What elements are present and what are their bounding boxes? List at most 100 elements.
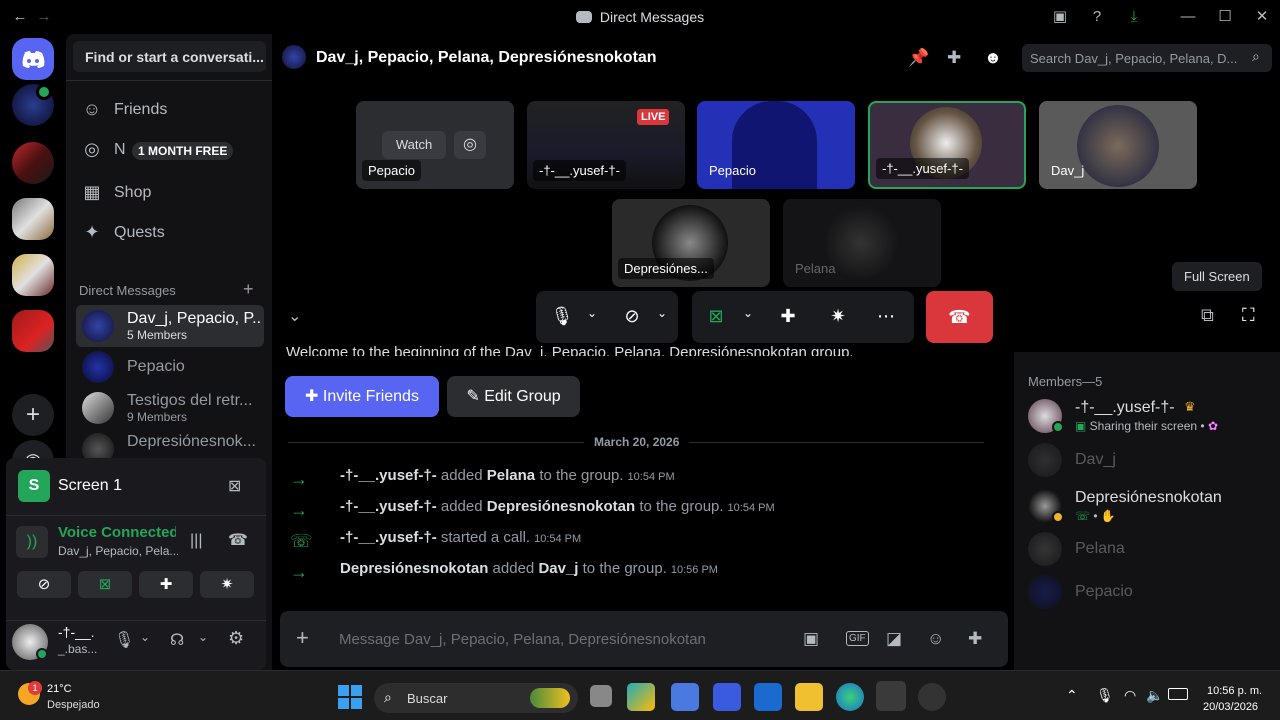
emoji-icon[interactable]: ☺: [927, 629, 944, 649]
participant-tile[interactable]: -†-__.yusef-†-: [868, 101, 1026, 189]
add-server-icon[interactable]: +: [12, 394, 54, 436]
stop-stream-icon[interactable]: ⊠: [228, 476, 241, 496]
widgets-icon[interactable]: [627, 683, 655, 711]
app-icon[interactable]: [713, 683, 741, 711]
battery-icon[interactable]: [1168, 688, 1188, 700]
help-icon[interactable]: ?: [1087, 7, 1107, 27]
participant-tile[interactable]: Dav_j: [1039, 101, 1197, 189]
voice-channel[interactable]: Dav_j, Pepacio, Pela...: [58, 544, 178, 558]
soundboard-button[interactable]: ✷: [200, 571, 254, 598]
dm-item[interactable]: Dav_j, Pepacio, P... 5 Members: [76, 305, 264, 347]
members-list-icon[interactable]: ☻: [984, 48, 1002, 68]
chevron-down-icon[interactable]: ⌄: [198, 630, 208, 644]
popout-icon[interactable]: ⧉: [1201, 305, 1214, 326]
discord-taskbar-icon[interactable]: [876, 681, 906, 711]
volume-icon[interactable]: 🔈: [1146, 687, 1163, 704]
fullscreen-icon[interactable]: ⛶: [1242, 305, 1255, 326]
activity-button[interactable]: ✚: [139, 571, 193, 598]
gift-icon[interactable]: ▣: [803, 629, 819, 649]
disconnect-icon[interactable]: ☎: [228, 530, 248, 550]
participant-tile[interactable]: Pepacio: [697, 101, 855, 189]
microphone-icon[interactable]: 🎙: [550, 306, 574, 330]
apps-icon[interactable]: ✚: [968, 629, 982, 649]
chevron-down-icon[interactable]: ⌄: [140, 630, 150, 644]
search-input[interactable]: Search Dav_j, Pepacio, Pelana, D...: [1022, 44, 1272, 72]
more-icon[interactable]: ⋯: [874, 306, 898, 330]
camera-off-button[interactable]: ⊘: [17, 571, 71, 598]
nav-friends[interactable]: ☺ Friends: [76, 91, 264, 129]
member-item[interactable]: -†-__.yusef-†- ♛ ▣ Sharing their screen …: [1028, 397, 1268, 439]
stream-tile[interactable]: Watch ◎ Pepacio: [356, 101, 514, 189]
stream-tile[interactable]: LIVE -†-__.yusef-†-: [527, 101, 685, 189]
app-icon[interactable]: [918, 683, 946, 711]
member-item[interactable]: Depresiónesnokotan ☏ • ✋: [1028, 487, 1268, 529]
maximize-icon[interactable]: ☐: [1215, 7, 1235, 27]
nav-nitro[interactable]: ◎ N 1 MONTH FREE: [76, 131, 264, 169]
message-input[interactable]: Message Dav_j, Pepacio, Pelana, Depresió…: [339, 631, 706, 648]
server-folder[interactable]: [12, 198, 54, 240]
server-folder[interactable]: [12, 254, 54, 296]
minimize-icon[interactable]: —: [1178, 7, 1198, 27]
member-item[interactable]: Pelana: [1028, 530, 1268, 572]
discord-home-icon[interactable]: [12, 38, 54, 80]
invite-friends-button[interactable]: ✚ Invite Friends: [285, 376, 439, 417]
activity-icon[interactable]: ✚: [776, 306, 800, 330]
group-title[interactable]: Dav_j, Pepacio, Pelana, Depresiónesnokot…: [316, 49, 657, 67]
headphones-icon[interactable]: ☊: [170, 630, 184, 650]
close-icon[interactable]: ✕: [1252, 7, 1272, 27]
gif-icon[interactable]: GIF: [846, 631, 869, 646]
create-dm-icon[interactable]: +: [243, 279, 254, 300]
settings-gear-icon[interactable]: ⚙: [228, 628, 244, 649]
weather-desc[interactable]: Despejado: [47, 699, 100, 711]
outlook-icon[interactable]: [754, 683, 782, 711]
watch-options-icon[interactable]: ◎: [454, 131, 486, 159]
edit-group-button[interactable]: ✎ Edit Group: [447, 376, 580, 417]
taskbar-search[interactable]: ⌕ Buscar: [374, 683, 578, 713]
edge-icon[interactable]: [836, 683, 864, 711]
signal-icon[interactable]: )): [16, 526, 48, 558]
sticker-icon[interactable]: ◪: [886, 629, 902, 649]
microphone-icon[interactable]: 🎙: [114, 630, 134, 650]
chevron-down-icon[interactable]: ⌄: [580, 306, 604, 330]
windows-start-icon[interactable]: [338, 685, 362, 709]
watch-button[interactable]: Watch: [382, 131, 446, 159]
server-folder[interactable]: [12, 142, 54, 184]
member-item[interactable]: Dav_j: [1028, 441, 1268, 483]
soundboard-icon[interactable]: ✷: [826, 306, 850, 330]
store-icon[interactable]: [671, 683, 699, 711]
task-view-icon[interactable]: [590, 685, 612, 707]
join-arrow-icon: →: [290, 500, 308, 520]
download-icon[interactable]: ⤓: [1124, 7, 1144, 27]
share-screen-icon[interactable]: ⊠: [704, 306, 728, 330]
microphone-tray-icon[interactable]: 🎙: [1096, 687, 1114, 704]
nav-quests[interactable]: ✦ Quests: [76, 214, 264, 252]
nav-shop[interactable]: ▦ Shop: [76, 174, 264, 212]
voice-status[interactable]: Voice Connected: [58, 524, 176, 541]
wifi-icon[interactable]: ◠: [1124, 687, 1136, 704]
inbox-icon[interactable]: ▣: [1050, 7, 1070, 27]
noise-suppression-icon[interactable]: |||: [190, 532, 202, 550]
pin-icon[interactable]: 📌: [908, 48, 929, 68]
chevron-down-icon[interactable]: ⌄: [736, 306, 760, 330]
collapse-chevron-icon[interactable]: ⌄: [288, 306, 301, 326]
find-conversation-input[interactable]: Find or start a conversati...: [73, 41, 266, 72]
tray-chevron-icon[interactable]: ⌃: [1066, 687, 1078, 704]
member-item[interactable]: Pepacio: [1028, 573, 1268, 615]
chevron-down-icon[interactable]: ⌄: [650, 306, 674, 330]
tile-label: -†-__.yusef-†-: [876, 158, 969, 179]
idle-status-icon: [1052, 511, 1064, 523]
attach-plus-icon[interactable]: +: [296, 627, 309, 649]
server-folder[interactable]: [12, 310, 54, 352]
leave-call-button[interactable]: ☎: [926, 291, 993, 343]
clock-time[interactable]: 10:56 p. m.: [1207, 685, 1262, 697]
participant-tile[interactable]: Depresiónes...: [612, 199, 770, 287]
clock-date[interactable]: 20/03/2026: [1203, 701, 1258, 713]
share-screen-button[interactable]: ⊠: [78, 571, 132, 598]
file-explorer-icon[interactable]: [795, 683, 823, 711]
participant-tile[interactable]: Pelana: [783, 199, 941, 287]
dm-item[interactable]: Testigos del retr... 9 Members: [76, 387, 264, 429]
dm-item[interactable]: Pepacio: [76, 346, 264, 388]
weather-temp[interactable]: 21°C: [47, 683, 72, 695]
camera-off-icon[interactable]: ⊘: [620, 306, 644, 330]
add-member-icon[interactable]: ✚: [947, 48, 961, 68]
